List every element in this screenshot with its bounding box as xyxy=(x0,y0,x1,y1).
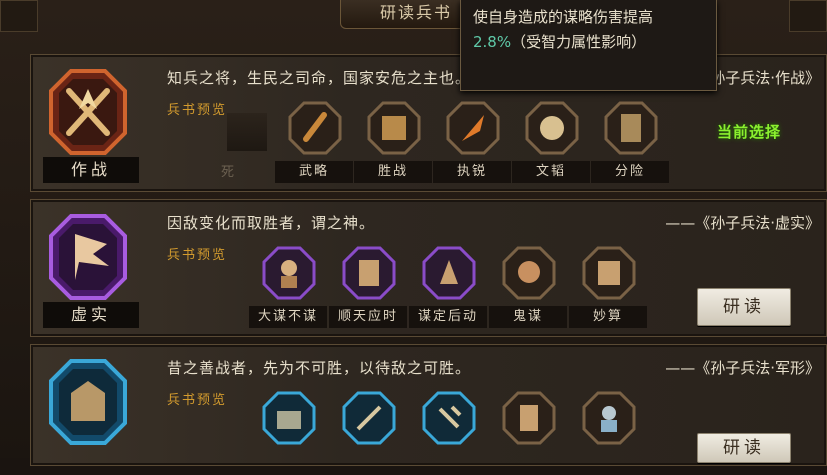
book-source: ——《孙子兵法·虚实》 xyxy=(665,214,820,232)
book-panel-xushi[interactable]: 虚实 因敌变化而取胜者，谓之神。 ——《孙子兵法·虚实》 兵书预览 大谋不谋 顺… xyxy=(30,199,827,337)
scroll-icon xyxy=(582,246,636,300)
book-quote: 昔之善战者，先为不可胜，以待敌之可胜。 xyxy=(167,359,472,377)
sword-icon xyxy=(288,101,342,155)
zuozhan-emblem-icon xyxy=(49,69,127,155)
xushi-emblem-icon xyxy=(49,214,127,300)
banner-icon xyxy=(342,246,396,300)
skill-name: 文韬 xyxy=(512,161,590,183)
skill-name: 妙算 xyxy=(569,306,647,328)
sage-icon xyxy=(582,391,636,445)
fist-icon xyxy=(525,101,579,155)
tooltip-value: 2.8% xyxy=(473,33,512,51)
emblem-label: 虚实 xyxy=(43,302,139,328)
tower-icon xyxy=(502,391,556,445)
skill-name: 分险 xyxy=(591,161,669,183)
book-source: ——《孙子兵法·军形》 xyxy=(665,359,820,377)
flame-blade-icon xyxy=(446,101,500,155)
figure-icon xyxy=(262,246,316,300)
fortress-icon xyxy=(262,391,316,445)
book-panel-junxing[interactable]: 昔之善战者，先为不可胜，以待敌之可胜。 ——《孙子兵法·军形》 兵书预览 研读 xyxy=(30,344,827,466)
preview-label: 兵书预览 xyxy=(167,248,228,263)
study-button[interactable]: 研读 xyxy=(697,433,791,463)
study-button[interactable]: 研读 xyxy=(697,288,791,326)
preview-label: 兵书预览 xyxy=(167,393,228,408)
skill-tooltip: 使自身造成的谋略伤害提高 2.8%（受智力属性影响） xyxy=(460,0,717,91)
strategy-icon xyxy=(422,246,476,300)
book-quote: 因敌变化而取胜者，谓之神。 xyxy=(167,214,376,232)
current-selection-badge: 当前选择 xyxy=(717,123,782,141)
faded-skill-label: 死 xyxy=(221,165,235,180)
skill-name: 鬼谋 xyxy=(489,306,567,328)
tooltip-value-line: 2.8%（受智力属性影响） xyxy=(473,31,646,52)
skill-name: 顺天应时 xyxy=(329,306,407,328)
faded-skill-icon xyxy=(227,113,267,151)
skill-name: 胜战 xyxy=(354,161,432,183)
spear-icon xyxy=(342,391,396,445)
tooltip-description: 使自身造成的谋略伤害提高 xyxy=(473,8,654,26)
axe-icon xyxy=(422,391,476,445)
skill-name: 执锐 xyxy=(433,161,511,183)
top-right-ornament xyxy=(789,0,827,32)
mask-icon xyxy=(502,246,556,300)
emblem-label: 作战 xyxy=(43,157,139,183)
top-left-ornament xyxy=(0,0,38,32)
book-quote: 知兵之将，生民之司命，国家安危之主也。 xyxy=(167,69,472,87)
junxing-emblem-icon xyxy=(49,359,127,445)
preview-label: 兵书预览 xyxy=(167,103,228,118)
wall-icon xyxy=(604,101,658,155)
tooltip-note: （受智力属性影响） xyxy=(511,33,647,51)
skill-name: 武略 xyxy=(275,161,353,183)
scroll-icon xyxy=(367,101,421,155)
skill-name: 谋定后动 xyxy=(409,306,487,328)
skill-name: 大谋不谋 xyxy=(249,306,327,328)
